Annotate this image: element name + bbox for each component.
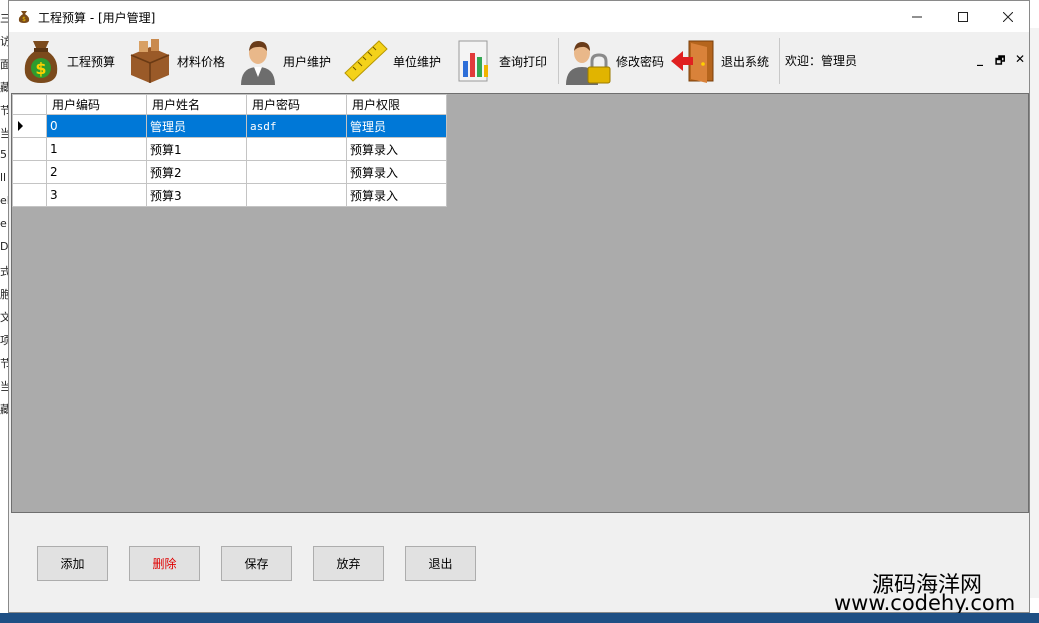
background-window-text: ll — [0, 171, 7, 184]
watermark-url: www.codehy.com — [834, 591, 1016, 615]
background-window-text: e — [0, 217, 7, 230]
cell-user-code[interactable]: 1 — [46, 137, 147, 161]
ruler-icon — [344, 40, 388, 82]
table-row[interactable]: 3 预算3 预算录入 — [12, 183, 447, 207]
cell-user-permission[interactable]: 预算录入 — [346, 160, 447, 184]
chart-icon — [458, 40, 488, 82]
toolbar-item-material-price[interactable]: 材料价格 — [127, 35, 225, 87]
toolbar-label: 用户维护 — [283, 54, 332, 69]
toolbar-item-change-password[interactable]: 修改密码 — [564, 35, 664, 87]
data-grid-area[interactable]: 用户编码 用户姓名 用户密码 用户权限 0 管理员 asdf 管理员 1 预算1… — [11, 93, 1029, 513]
toolbar-separator — [558, 38, 559, 84]
row-header[interactable] — [12, 183, 47, 207]
cell-user-password[interactable] — [246, 183, 347, 207]
column-header[interactable]: 用户编码 — [46, 94, 147, 115]
money-bag-icon: $ — [24, 41, 58, 83]
taskbar-edge — [0, 613, 1039, 623]
cell-user-name[interactable]: 预算2 — [146, 160, 247, 184]
toolbar-label: 材料价格 — [177, 54, 226, 69]
current-row-pointer-icon — [18, 121, 23, 131]
maximize-icon — [958, 11, 968, 22]
table-row[interactable]: 0 管理员 asdf 管理员 — [12, 114, 447, 138]
toolbar: $ 工程预算 材料价格 用户维护 单位维护 查询打印 修改密码 退出系统 欢迎：… — [9, 32, 1029, 90]
toolbar-label: 单位维护 — [393, 54, 442, 69]
table-row[interactable]: 1 预算1 预算录入 — [12, 137, 447, 161]
exit-button[interactable]: 退出 — [405, 546, 476, 581]
toolbar-item-unit-maintenance[interactable]: 单位维护 — [343, 35, 441, 87]
cell-user-code[interactable]: 0 — [46, 114, 147, 138]
toolbar-label: 工程预算 — [67, 54, 116, 69]
close-icon — [1003, 11, 1013, 22]
cell-user-password[interactable] — [246, 160, 347, 184]
grid-header-row: 用户编码 用户姓名 用户密码 用户权限 — [12, 94, 447, 115]
cell-user-name[interactable]: 预算3 — [146, 183, 247, 207]
cell-user-code[interactable]: 3 — [46, 183, 147, 207]
column-header[interactable]: 用户密码 — [246, 94, 347, 115]
toolbar-item-user-maintenance[interactable]: 用户维护 — [237, 35, 331, 87]
toolbar-label: 查询打印 — [499, 54, 548, 69]
row-header[interactable] — [12, 160, 47, 184]
cell-user-permission[interactable]: 管理员 — [346, 114, 447, 138]
column-header[interactable]: 用户姓名 — [146, 94, 247, 115]
toolbar-label: 修改密码 — [616, 54, 665, 69]
cell-user-name[interactable]: 预算1 — [146, 137, 247, 161]
cell-user-password[interactable] — [246, 137, 347, 161]
users-grid: 用户编码 用户姓名 用户密码 用户权限 0 管理员 asdf 管理员 1 预算1… — [12, 94, 447, 207]
cell-user-code[interactable]: 2 — [46, 160, 147, 184]
cell-user-password[interactable]: asdf — [246, 114, 347, 138]
toolbar-item-query-print[interactable]: 查询打印 — [455, 35, 547, 87]
cancel-button[interactable]: 放弃 — [313, 546, 384, 581]
table-row[interactable]: 2 预算2 预算录入 — [12, 160, 447, 184]
title-bar[interactable]: $ 工程预算 - [用户管理] — [9, 1, 1029, 32]
minimize-icon — [912, 16, 922, 17]
background-right-strip — [1030, 28, 1039, 598]
row-header-corner[interactable] — [12, 94, 47, 115]
window-title: 工程预算 - [用户管理] — [38, 11, 156, 25]
toolbar-label: 退出系统 — [721, 54, 770, 69]
mdi-close-icon[interactable]: ✕ — [1015, 52, 1025, 66]
save-button[interactable]: 保存 — [221, 546, 292, 581]
exit-door-icon — [671, 40, 714, 83]
cell-user-permission[interactable]: 预算录入 — [346, 137, 447, 161]
main-window: $ 工程预算 - [用户管理] $ 工程预算 材料价格 用户维护 单位维护 查询… — [8, 0, 1030, 613]
row-header[interactable] — [12, 114, 47, 138]
toolbar-item-exit-system[interactable]: 退出系统 — [669, 35, 769, 87]
money-bag-app-icon: $ — [18, 11, 30, 23]
user-icon — [241, 41, 275, 85]
maximize-button[interactable] — [940, 1, 986, 32]
add-button[interactable]: 添加 — [37, 546, 108, 581]
toolbar-separator — [779, 38, 780, 84]
svg-text:$: $ — [22, 16, 26, 23]
welcome-text: 欢迎：管理员 — [785, 54, 858, 68]
column-header[interactable]: 用户权限 — [346, 94, 447, 115]
delete-button[interactable]: 删除 — [129, 546, 200, 581]
minimize-button[interactable] — [894, 1, 940, 32]
cell-user-name[interactable]: 管理员 — [146, 114, 247, 138]
mdi-minimize-icon[interactable]: _ — [977, 52, 983, 66]
cell-user-permission[interactable]: 预算录入 — [346, 183, 447, 207]
close-button[interactable] — [985, 1, 1031, 32]
toolbar-item-project-budget[interactable]: $ 工程预算 — [19, 35, 115, 87]
box-icon — [130, 39, 170, 83]
row-header[interactable] — [12, 137, 47, 161]
mdi-restore-icon[interactable]: 🗗 — [995, 52, 1005, 71]
user-lock-icon — [566, 42, 611, 85]
svg-text:$: $ — [35, 59, 46, 78]
